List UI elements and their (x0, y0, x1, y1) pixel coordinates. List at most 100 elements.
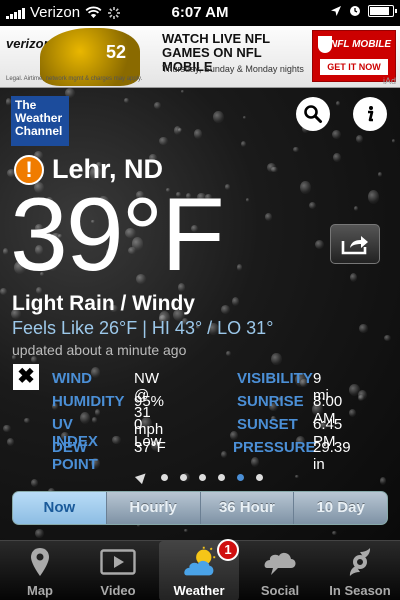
raindrop (348, 409, 357, 418)
info-icon (368, 106, 374, 122)
raindrop (236, 263, 243, 272)
status-right (330, 5, 397, 17)
raindrop (333, 152, 341, 163)
weather-main-panel: The Weather Channel ! Lehr, ND 39°F Ligh… (0, 88, 400, 540)
updated-timestamp: updated about a minute ago (12, 342, 187, 358)
current-location-page-icon[interactable] (134, 469, 150, 485)
close-details-button[interactable]: ✖ (13, 364, 39, 390)
partly-cloudy-icon (184, 546, 216, 576)
tab-36-hour[interactable]: 36 Hour (199, 492, 294, 524)
raindrop (355, 134, 363, 143)
humidity-label: HUMIDITY (52, 393, 125, 410)
raindrop (354, 205, 359, 211)
battery-icon (368, 5, 397, 17)
get-it-now-button[interactable]: GET IT NOW (320, 59, 388, 75)
wind-label: WIND (52, 370, 92, 387)
info-button[interactable] (353, 97, 387, 131)
iad-label: iAd (382, 76, 396, 86)
raindrop (226, 350, 231, 357)
nfl-mobile-logo[interactable]: NFL MOBILE GET IT NOW (312, 30, 396, 82)
weather-alert-badge: 1 (217, 539, 239, 561)
raindrop (3, 424, 11, 433)
page-dot[interactable] (161, 473, 168, 481)
raindrop (112, 435, 121, 445)
raindrop (308, 201, 316, 209)
jersey-number: 52 (105, 42, 126, 62)
page-dot[interactable] (180, 473, 187, 481)
forecast-segmented-control[interactable]: Now Hourly 36 Hour 10 Day (12, 491, 388, 525)
raindrop (391, 139, 395, 144)
page-dot[interactable] (237, 473, 244, 481)
tab-map[interactable]: Map (0, 541, 80, 600)
raindrop (224, 183, 231, 190)
nfl-mobile-brand: NFL MOBILE (330, 39, 391, 50)
page-dot[interactable] (256, 473, 263, 481)
tab-weather-label: Weather (173, 583, 225, 598)
raindrop (154, 102, 161, 109)
sunrise-label: SUNRISE (237, 393, 304, 410)
raindrop (23, 417, 30, 424)
weather-channel-logo: The Weather Channel (11, 96, 69, 146)
share-arrow-icon (341, 236, 368, 255)
ad-schedule: Thursday, Sunday & Monday nights (162, 64, 304, 74)
tab-10-day[interactable]: 10 Day (293, 492, 387, 524)
raindrop (35, 528, 44, 538)
search-button[interactable] (296, 97, 330, 131)
tab-hourly[interactable]: Hourly (105, 492, 200, 524)
ad-banner[interactable]: verizon✓ 52 WATCH LIVE NFL GAMES ON NFL … (0, 26, 400, 88)
tab-video-label: Video (100, 583, 136, 598)
sunset-label: SUNSET (237, 416, 298, 433)
tab-social-label: Social (260, 583, 300, 598)
dew-point-label: DEW POINT (52, 439, 98, 473)
page-dot[interactable] (218, 473, 225, 481)
pressure-value: 29.39 in (313, 439, 351, 473)
tab-now[interactable]: Now (13, 492, 106, 524)
raindrop (159, 136, 168, 145)
raindrop (213, 111, 224, 124)
raindrop (174, 126, 182, 136)
raindrop (124, 97, 130, 103)
humidity-value: 95% (134, 393, 165, 410)
raindrop (314, 239, 324, 250)
raindrop (194, 129, 203, 140)
raindrop (181, 89, 185, 93)
dew-point-value: 37°F (134, 439, 166, 456)
raindrop (250, 457, 259, 468)
raindrop (336, 100, 341, 106)
visibility-label: VISIBILITY (237, 370, 313, 387)
page-dot[interactable] (199, 473, 206, 481)
map-pin-icon (31, 548, 49, 576)
raindrop (221, 304, 231, 314)
feels-like-hi-lo: Feels Like 26°F | HI 43° / LO 31° (12, 318, 274, 338)
share-button[interactable] (330, 224, 380, 264)
tab-map-label: Map (27, 583, 53, 598)
raindrop (384, 334, 392, 342)
raindrop (184, 528, 188, 533)
raindrop (232, 296, 240, 306)
tab-video[interactable]: Video (78, 541, 158, 600)
condition-text: Light Rain / Windy (12, 292, 195, 315)
tab-social[interactable]: Social (240, 541, 320, 600)
raindrop (293, 146, 299, 152)
raindrop (0, 288, 7, 296)
tab-weather[interactable]: 1 Weather (159, 539, 239, 600)
raindrop (90, 367, 101, 378)
page-indicator[interactable] (0, 469, 400, 485)
raindrop (332, 129, 341, 139)
raindrop (271, 166, 278, 173)
hurricane-icon (349, 548, 371, 576)
pressure-label: PRESSURE (233, 439, 316, 456)
raindrop (359, 324, 369, 333)
tab-in-season[interactable]: In Season (320, 541, 400, 600)
status-bar: Verizon 6:07 AM (0, 0, 400, 26)
search-icon (304, 105, 322, 123)
tab-in-season-label: In Season (329, 583, 391, 598)
raindrop (357, 395, 364, 402)
raindrop (271, 352, 282, 366)
raindrop (349, 272, 358, 283)
raindrop (377, 172, 382, 177)
raindrop (332, 530, 337, 535)
alarm-clock-icon (350, 6, 360, 16)
raindrop (245, 198, 249, 203)
social-cloud-icon (264, 552, 296, 575)
